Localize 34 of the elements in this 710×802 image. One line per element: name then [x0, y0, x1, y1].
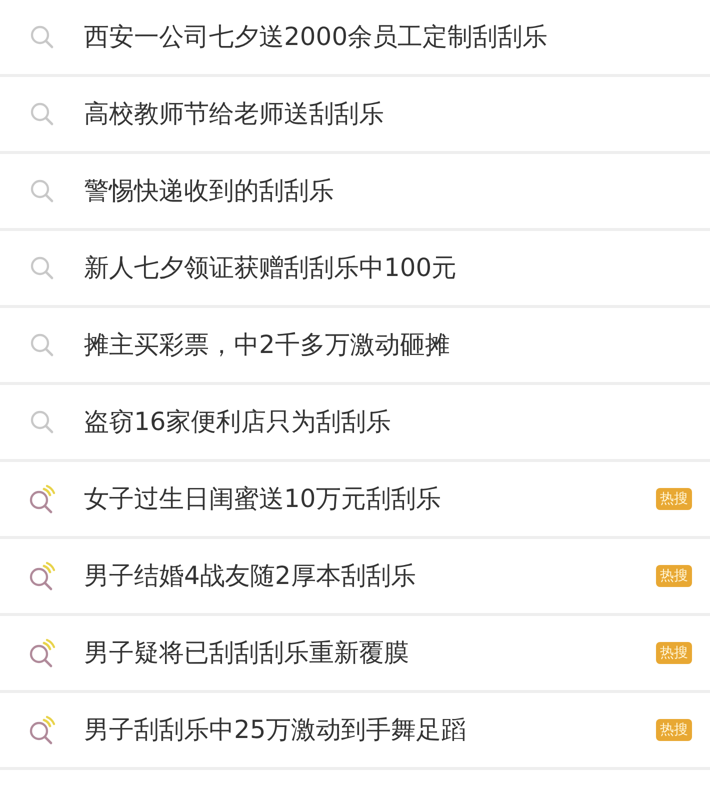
suggestion-text: 高校教师节给老师送刮刮乐 [84, 98, 385, 130]
hot-badge: 热搜 [656, 719, 692, 741]
suggestion-row[interactable]: 高校教师节给老师送刮刮乐 [0, 77, 710, 154]
suggestion-row[interactable]: 摊主买彩票，中2千多万激动砸摊 [0, 308, 710, 385]
suggestion-row[interactable]: 女子过生日闺蜜送10万元刮刮乐 热搜 [0, 462, 710, 539]
hot-badge: 热搜 [656, 642, 692, 664]
suggestion-text: 西安一公司七夕送2000余员工定制刮刮乐 [84, 21, 549, 54]
hot-search-icon [27, 484, 57, 514]
suggestion-row[interactable]: 盗窃16家便利店只为刮刮乐 [0, 385, 710, 462]
suggestion-row[interactable]: 男子疑将已刮刮刮乐重新覆膜 热搜 [0, 616, 710, 693]
hot-badge: 热搜 [656, 488, 692, 510]
search-icon [28, 23, 56, 51]
suggestion-row[interactable]: 男子刮刮乐中25万激动到手舞足蹈 热搜 [0, 693, 710, 770]
suggestion-row[interactable]: 男子结婚4战友随2厚本刮刮乐 热搜 [0, 539, 710, 616]
search-icon [28, 331, 56, 359]
hot-search-icon [27, 638, 57, 668]
suggestion-text: 女子过生日闺蜜送10万元刮刮乐 [84, 483, 442, 516]
suggestion-row[interactable]: 新人七夕领证获赠刮刮乐中100元 [0, 231, 710, 308]
search-icon [28, 177, 56, 205]
suggestion-row[interactable]: 警惕快递收到的刮刮乐 [0, 154, 710, 231]
hot-search-icon [27, 715, 57, 745]
suggestion-text: 新人七夕领证获赠刮刮乐中100元 [84, 252, 458, 284]
suggestion-text: 男子疑将已刮刮刮乐重新覆膜 [84, 637, 410, 670]
suggestion-text: 男子结婚4战友随2厚本刮刮乐 [84, 560, 417, 592]
suggestion-text: 警惕快递收到的刮刮乐 [84, 175, 335, 208]
suggestion-row[interactable]: 西安一公司七夕送2000余员工定制刮刮乐 [0, 0, 710, 77]
search-icon [28, 408, 56, 436]
hot-badge: 热搜 [656, 565, 692, 587]
suggestion-text: 盗窃16家便利店只为刮刮乐 [84, 406, 392, 438]
suggestion-text: 男子刮刮乐中25万激动到手舞足蹈 [84, 714, 467, 746]
search-icon [28, 254, 56, 282]
hot-search-icon [27, 561, 57, 591]
search-icon [28, 100, 56, 128]
suggestion-text: 摊主买彩票，中2千多万激动砸摊 [84, 329, 451, 362]
